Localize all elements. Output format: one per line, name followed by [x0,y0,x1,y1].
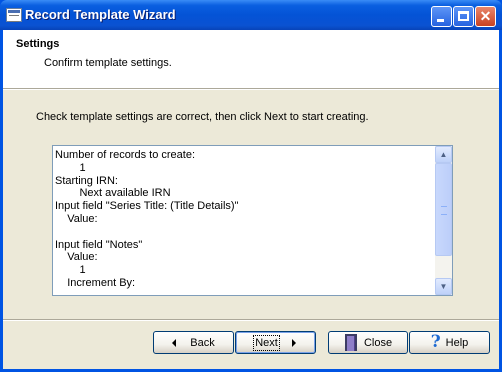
close-window-button[interactable]: ✕ [475,6,496,27]
title-bar[interactable]: Record Template Wizard ✕ [0,0,502,30]
scroll-up-button[interactable]: ▲ [435,146,452,163]
back-arrow-icon [172,338,177,347]
settings-line: Input field "Notes" [55,238,143,251]
window-title: Record Template Wizard [25,7,176,22]
minimize-icon [437,19,444,22]
settings-line: Value: [55,251,98,264]
next-button-label: Next [253,334,280,351]
settings-line: Value: [55,212,98,225]
vertical-scrollbar[interactable]: ▲ ▼ [435,146,452,295]
settings-line: Next available IRN [55,187,171,200]
back-button[interactable]: Back [153,331,234,354]
scroll-thumb[interactable] [435,163,452,256]
page-subtitle: Confirm template settings. [44,57,172,69]
wizard-window: Record Template Wizard ✕ Settings Confir… [0,0,502,372]
settings-line: Number of records to create: [55,149,196,161]
close-icon: ✕ [479,8,492,24]
settings-line: Starting IRN: [55,174,118,187]
close-button-label: Close [363,336,393,349]
back-button-label: Back [190,336,215,349]
wizard-body: Settings Confirm template settings. Chec… [3,30,499,369]
minimize-button[interactable] [431,6,452,27]
next-arrow-icon [291,338,296,347]
maximize-icon [458,11,469,21]
help-button[interactable]: ? Help [409,331,490,354]
settings-line: Input field "Series Title: (Title Detail… [55,200,239,213]
header-divider [3,88,499,90]
next-button[interactable]: Next [235,331,316,354]
settings-summary-text: Number of records to create: 1 Starting … [55,149,433,290]
app-icon [6,8,22,22]
wizard-header: Settings Confirm template settings. [3,30,499,88]
maximize-button[interactable] [453,6,474,27]
settings-line: 1 [55,264,86,277]
settings-line [55,226,433,239]
close-button[interactable]: Close [328,331,408,354]
scroll-down-button[interactable]: ▼ [435,278,452,295]
help-button-label: Help [445,336,469,349]
footer-divider [3,319,499,321]
help-question-icon: ? [430,332,441,352]
settings-line: 1 [55,161,86,174]
settings-line: Increment By: [55,276,136,289]
page-title: Settings [16,38,60,50]
settings-summary-box[interactable]: Number of records to create: 1 Starting … [52,145,453,296]
door-exit-icon [344,334,359,351]
instructions-text: Check template settings are correct, the… [36,111,369,123]
